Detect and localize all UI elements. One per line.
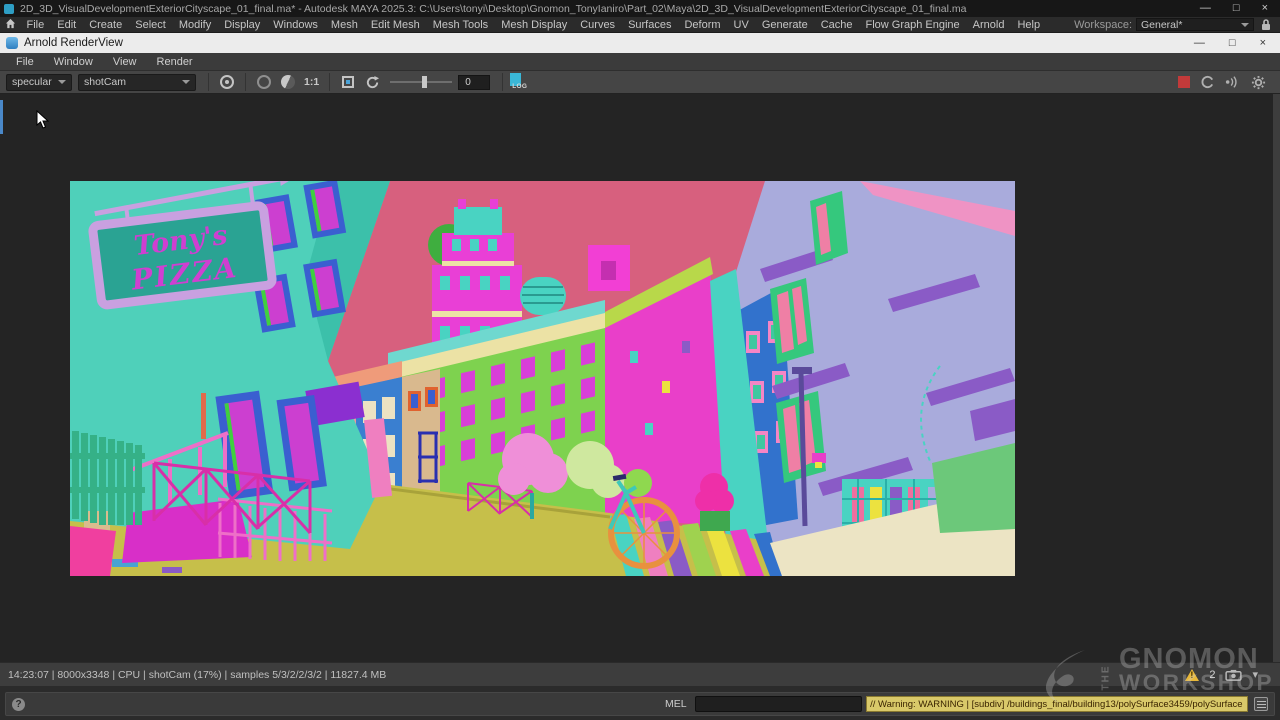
maya-menu-surfaces[interactable]: Surfaces [622, 19, 678, 31]
workspace-label: Workspace: [1074, 19, 1132, 31]
maya-menu-help[interactable]: Help [1011, 19, 1047, 31]
renderview-toolbar: specular shotCam 1:1 0 LOG [0, 71, 1280, 94]
render-status-text: 14:23:07 | 8000x3348 | CPU | shotCam (17… [8, 669, 386, 681]
renderview-menubar: File Window View Render [0, 53, 1280, 71]
maya-menu-file[interactable]: File [20, 19, 51, 31]
maya-menu-modify[interactable]: Modify [172, 19, 217, 31]
maya-menu-deform[interactable]: Deform [678, 19, 727, 31]
renderview-titlebar[interactable]: Arnold RenderView — □ × [0, 33, 1280, 53]
renderview-title: Arnold RenderView [24, 37, 1194, 49]
workspace-dropdown[interactable]: General* [1136, 18, 1254, 31]
mouse-cursor [36, 110, 49, 129]
color-swatch-icon[interactable] [278, 72, 298, 92]
snapshot-camera-icon[interactable] [1225, 669, 1242, 681]
viewport-scrollbar-right[interactable] [1273, 94, 1280, 662]
maya-menu-cache[interactable]: Cache [814, 19, 859, 31]
maya-menu-uv[interactable]: UV [727, 19, 755, 31]
minimize-window-button[interactable]: — [1200, 0, 1211, 17]
maya-menu-generate[interactable]: Generate [755, 19, 814, 31]
maximize-window-button[interactable]: □ [1233, 0, 1240, 17]
progressive-refine-icon[interactable] [1200, 75, 1215, 90]
camera-dropdown[interactable]: shotCam [78, 74, 196, 91]
command-feedback-warning[interactable]: // Warning: WARNING | [subdiv] /building… [866, 696, 1248, 712]
chevron-down-icon [1241, 23, 1249, 27]
chevron-down-icon [182, 80, 190, 84]
camera-value: shotCam [84, 76, 126, 88]
maya-application-window: 2D_3D_VisualDevelopmentExteriorCityscape… [0, 0, 1280, 720]
exposure-slider[interactable] [390, 72, 452, 92]
maya-file-icon [4, 4, 14, 14]
maya-menu-create[interactable]: Create [83, 19, 129, 31]
aov-value: specular [12, 76, 52, 88]
chevron-down-icon [58, 80, 66, 84]
renderview-menu-window[interactable]: Window [44, 56, 103, 68]
maya-menu-select[interactable]: Select [129, 19, 173, 31]
abort-render-icon[interactable] [1178, 76, 1190, 88]
chevron-down-icon[interactable]: ▾ [1252, 668, 1258, 681]
maya-menu-display[interactable]: Display [218, 19, 267, 31]
maya-menu-mesh-display[interactable]: Mesh Display [495, 19, 574, 31]
refresh-render-icon[interactable] [362, 72, 382, 92]
workspace-value: General* [1141, 19, 1182, 31]
help-icon[interactable]: ? [12, 698, 25, 711]
render-viewport[interactable]: Tony's PIZZA [0, 94, 1280, 662]
warning-triangle-icon[interactable] [1185, 669, 1199, 681]
maya-menu-curves[interactable]: Curves [574, 19, 622, 31]
maya-menubar: File Edit Create Select Modify Display W… [0, 17, 1280, 33]
maya-menu-windows[interactable]: Windows [267, 19, 325, 31]
renderview-menu-view[interactable]: View [103, 56, 147, 68]
arnold-renderview-icon [6, 37, 18, 49]
renderview-menu-render[interactable]: Render [147, 56, 203, 68]
render-start-icon[interactable] [217, 72, 237, 92]
maya-menu-arnold[interactable]: Arnold [966, 19, 1011, 31]
renderview-maximize-button[interactable]: □ [1229, 37, 1236, 49]
rendered-cityscape-image: Tony's PIZZA [70, 181, 1015, 576]
exposure-value-field[interactable]: 0 [458, 75, 490, 90]
maya-menu-edit[interactable]: Edit [51, 19, 83, 31]
zoom-ratio-button[interactable]: 1:1 [304, 76, 319, 88]
close-window-button[interactable]: × [1262, 0, 1268, 17]
renderview-minimize-button[interactable]: — [1194, 37, 1205, 49]
maya-menu-edit-mesh[interactable]: Edit Mesh [364, 19, 426, 31]
settings-gear-icon[interactable] [1251, 75, 1266, 90]
renderview-close-button[interactable]: × [1260, 37, 1266, 49]
region-render-icon[interactable] [338, 72, 358, 92]
viewport-scrollbar-left[interactable] [0, 100, 3, 134]
workspace-lock-icon[interactable] [1260, 18, 1272, 31]
rgba-channels-icon[interactable] [254, 72, 274, 92]
maya-command-line-area: ? MEL // Warning: WARNING | [subdiv] /bu… [0, 686, 1280, 720]
exposure-slider-handle[interactable] [422, 76, 427, 88]
maya-home-icon[interactable] [0, 16, 20, 34]
maya-menu-flow-graph-engine[interactable]: Flow Graph Engine [859, 19, 966, 31]
mel-command-input[interactable] [695, 696, 863, 712]
warning-count: 2 [1209, 669, 1215, 681]
live-connection-icon[interactable] [1225, 75, 1241, 89]
log-panel-icon[interactable]: LOG [509, 73, 527, 91]
window-title: 2D_3D_VisualDevelopmentExteriorCityscape… [20, 3, 1200, 15]
mel-language-toggle[interactable]: MEL [665, 698, 687, 710]
renderview-menu-file[interactable]: File [6, 56, 44, 68]
aov-dropdown[interactable]: specular [6, 74, 72, 91]
os-titlebar: 2D_3D_VisualDevelopmentExteriorCityscape… [0, 0, 1280, 17]
maya-menu-mesh[interactable]: Mesh [324, 19, 364, 31]
maya-menu-mesh-tools[interactable]: Mesh Tools [426, 19, 494, 31]
script-editor-icon[interactable] [1254, 697, 1268, 711]
renderview-statusbar: 14:23:07 | 8000x3348 | CPU | shotCam (17… [0, 662, 1280, 686]
